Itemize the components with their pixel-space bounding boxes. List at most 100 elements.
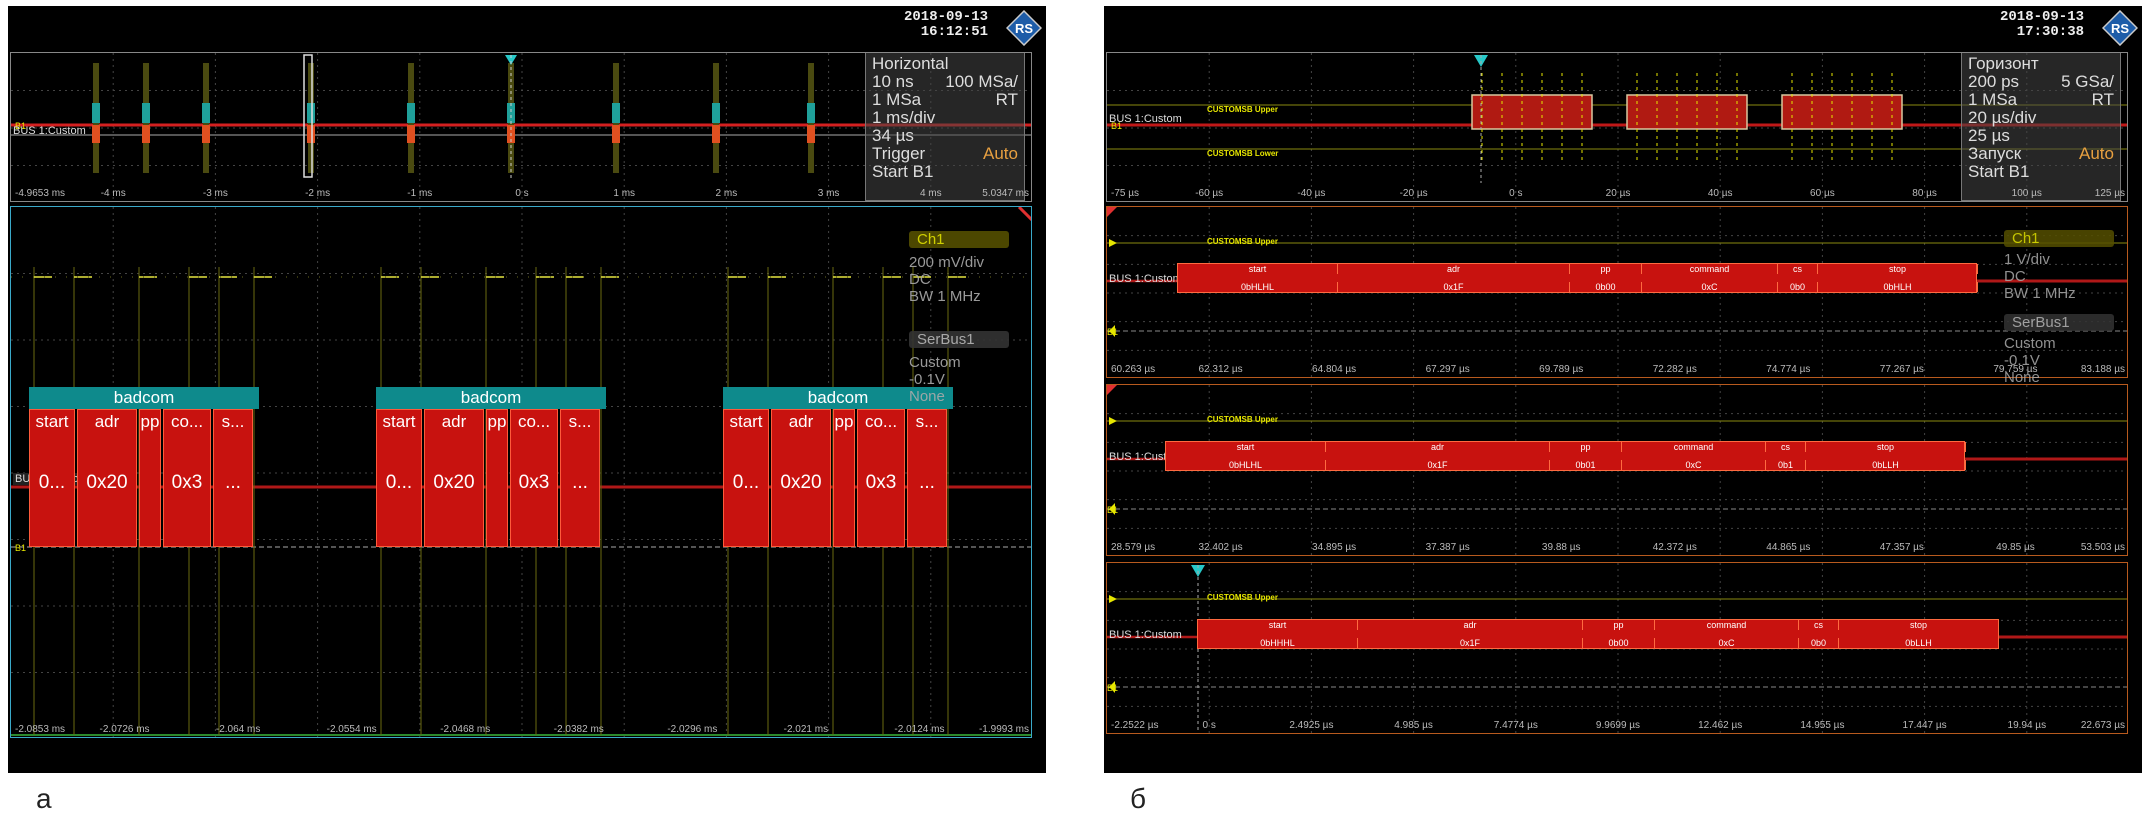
field-name: pp <box>140 412 160 431</box>
axis-tick-label: 9.9699 µs <box>1595 720 1641 731</box>
svg-text:RS: RS <box>2111 21 2129 36</box>
serbus-mode: None <box>909 388 945 405</box>
burst-marker <box>202 103 210 123</box>
horizontal-title: Горизонт <box>1968 54 2039 73</box>
zoom-window[interactable]: B1 CUSTOMSB Upper BUS 1:Custom start adr pp co… <box>1106 206 2128 378</box>
field-value: 0b0 <box>1799 638 1839 648</box>
field-segment[interactable]: pp <box>486 409 508 547</box>
field-name: stop <box>1818 264 1978 274</box>
caption-a: а <box>36 783 52 814</box>
serbus-badge[interactable]: SerBus1 <box>2004 314 2114 331</box>
field-segment[interactable]: co... 0x3 <box>510 409 558 547</box>
field-name: command <box>1655 620 1799 630</box>
field-segment[interactable]: s...... <box>560 409 600 547</box>
burst-marker <box>407 103 415 123</box>
field-value: 0xC <box>1642 282 1778 292</box>
time-position: 25 µs <box>1968 126 2010 145</box>
field-segment[interactable]: adr 0x20 <box>77 409 137 547</box>
field-segment[interactable]: pp <box>139 409 161 547</box>
axis-tick-label: -1 ms <box>407 188 433 199</box>
axis-tick-label: -4 ms <box>100 188 126 199</box>
axis-tick-label: 2 ms <box>715 188 738 199</box>
channel-side-panel[interactable]: Ch1 200 mV/div DC BW 1 MHz SerBus1 Custo… <box>909 231 1019 451</box>
main-window[interactable]: B1 BUS 1:Custom badcomstart0...adr0x20pp… <box>10 206 1032 738</box>
axis-tick-label: 67.297 µs <box>1425 364 1470 375</box>
field-segment[interactable]: adr 0x20 <box>424 409 484 547</box>
field-segment[interactable]: pp <box>833 409 855 547</box>
axis-tick-label: 64.804 µs <box>1312 364 1357 375</box>
ch1-badge[interactable]: Ch1 <box>2004 230 2114 247</box>
serbus-protocol: Custom <box>909 354 961 371</box>
burst-marker <box>92 125 100 143</box>
axis-tick-label: -4.9653 ms <box>15 188 66 199</box>
zoom-window[interactable]: B1 CUSTOMSB Upper BUS 1:Custom start adr pp co… <box>1106 384 2128 556</box>
field-value: 0xC <box>1655 638 1799 648</box>
burst-marker <box>807 103 815 123</box>
axis-tick-label: 49.85 µs <box>1996 542 2035 553</box>
field-value: 0... <box>38 472 66 493</box>
axis-tick-label: -1.9993 ms <box>978 724 1029 735</box>
b1-marker: B1 <box>1107 683 1118 693</box>
field-name: pp <box>487 412 507 431</box>
ch1-bandwidth: BW 1 MHz <box>2004 285 2076 302</box>
axis-tick-label: 4 ms <box>919 188 942 199</box>
field-name: co... <box>517 412 551 431</box>
axis-tick-label: -2.0296 ms <box>667 724 718 735</box>
field-name: start <box>729 412 763 431</box>
axis-tick-label: 0 s <box>1509 188 1523 199</box>
field-name: pp <box>1570 264 1642 274</box>
field-value: 0x1F <box>1338 282 1570 292</box>
trace-arrow-icon <box>1109 595 1117 603</box>
field-name: stop <box>1806 442 1966 452</box>
burst-marker <box>307 103 315 123</box>
field-name: start <box>1198 620 1358 630</box>
offscreen-marker-icon <box>1107 385 1117 395</box>
field-name: cs <box>1778 264 1818 274</box>
upper-trace-label: CUSTOMSB Upper <box>1207 415 1278 424</box>
ch1-badge[interactable]: Ch1 <box>909 231 1009 248</box>
decoded-frame[interactable]: badcom start 0... adr 0x20 pp co... 0x3 s...... <box>29 387 259 547</box>
offscreen-marker-icon <box>1107 207 1117 217</box>
channel-side-panel[interactable]: Ch1 1 V/div DC BW 1 MHz SerBus1 Custom -… <box>2004 230 2124 450</box>
field-segment[interactable]: s...... <box>213 409 253 547</box>
horizontal-panel[interactable]: Horizontal 10 ns 100 MSa/ 1 MSa RT 1 ms/di… <box>865 53 1025 201</box>
burst-marker <box>92 103 100 123</box>
b1-marker: B1 <box>15 543 26 553</box>
field-name: command <box>1642 264 1778 274</box>
field-segment[interactable]: start 0... <box>723 409 769 547</box>
zoom-window[interactable]: B1 CUSTOMSB Upper BUS 1:Custom start adr pp co… <box>1106 562 2128 734</box>
ch1-scale: 200 mV/div <box>909 254 985 271</box>
axis-tick-label: -2.2522 µs <box>1111 720 1159 731</box>
axis-tick-label: 100 µs <box>2011 188 2042 199</box>
serbus-level: -0.1V <box>2004 352 2040 369</box>
axis-tick-label: 32.402 µs <box>1198 542 1243 553</box>
horizontal-panel[interactable]: Горизонт 200 ps 5 GSa/ 1 MSa RT 20 µs/div … <box>1961 53 2121 201</box>
serbus-badge[interactable]: SerBus1 <box>909 331 1009 348</box>
axis-tick-label: 80 µs <box>1912 188 1937 199</box>
field-segment[interactable]: co... 0x3 <box>163 409 211 547</box>
decoded-frame[interactable]: badcom start 0... adr 0x20 pp co... 0x3 s...... <box>376 387 606 547</box>
decoded-frame[interactable]: start adr pp command cs stop 0bHLHL 0x1F 0b00 0xC… <box>1177 263 1978 293</box>
field-name: co... <box>864 412 898 431</box>
axis-tick-label: 7.4774 µs <box>1493 720 1538 731</box>
overview-window[interactable]: B1 BUS 1:Custom Horizontal 10 ns 100 MSa/… <box>10 52 1032 202</box>
record-length: 1 MSa <box>1968 90 2018 109</box>
overview-window[interactable]: B1 CUSTOMSB Upper CUSTOMSB Lower BUS 1:C… <box>1106 52 2128 202</box>
decoded-frame[interactable]: start adr pp command cs stop 0bHLHL 0x1F 0b01 0xC… <box>1165 441 1966 471</box>
field-name: adr <box>788 412 814 431</box>
burst-marker <box>307 125 315 143</box>
acq-mode: RT <box>2091 90 2114 109</box>
upper-trace-label: CUSTOMSB Upper <box>1207 593 1278 602</box>
axis-tick-label: 4.985 µs <box>1394 720 1433 731</box>
field-value-row: 0bHLHL 0x1F 0b00 0xC 0b0 0bHLH <box>1178 282 1978 292</box>
axis-tick-label: 72.282 µs <box>1652 364 1697 375</box>
resolution: 10 ns <box>872 72 914 91</box>
field-segment[interactable]: start 0... <box>376 409 422 547</box>
field-name: pp <box>1583 620 1655 630</box>
axis-tick-label: -2.0853 ms <box>15 724 66 735</box>
field-segment[interactable]: co... 0x3 <box>857 409 905 547</box>
field-segment[interactable]: adr 0x20 <box>771 409 831 547</box>
field-segment[interactable]: start 0... <box>29 409 75 547</box>
decoded-frame[interactable]: start adr pp command cs stop 0bHHHL 0x1F 0b00 0xC… <box>1197 619 1999 649</box>
axis-tick-label: -2.0554 ms <box>326 724 377 735</box>
